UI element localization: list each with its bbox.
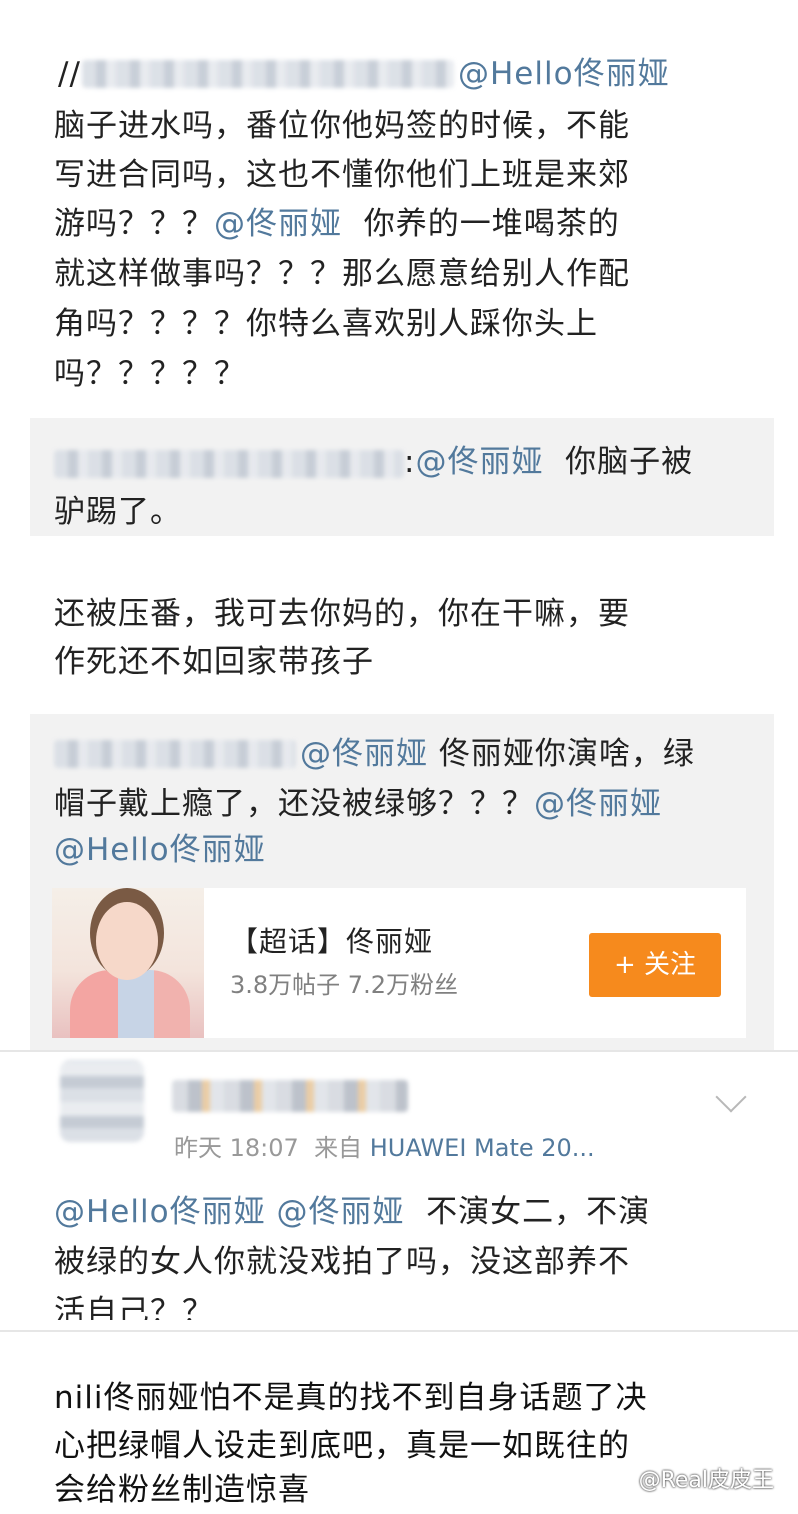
blurred-username: [54, 740, 296, 768]
caption-line3: 会给粉丝制造惊喜: [54, 1472, 310, 1508]
follow-button[interactable]: + 关注: [589, 933, 721, 997]
supertopic-title: 【超话】佟丽娅: [230, 925, 434, 958]
post1-text: 你养的一堆喝茶的: [363, 206, 620, 242]
quote1-line2: 驴踢了。: [54, 494, 182, 530]
quote1-text: 你脑子被: [565, 444, 694, 480]
comment-meta: 昨天 18:07 来自 HUAWEI Mate 20...: [174, 1128, 595, 1168]
blurred-username: [82, 60, 454, 88]
caption-line2: 心把绿帽人设走到底吧，真是一如既往的: [54, 1428, 630, 1464]
comment-time: 昨天 18:07: [174, 1134, 299, 1162]
quote2-text: 帽子戴上瘾了，还没被绿够？？？: [54, 786, 534, 822]
quote2-line3-mention[interactable]: @Hello佟丽娅: [54, 826, 266, 874]
post2-line1: 还被压番，我可去你妈的，你在干嘛，要: [54, 596, 630, 632]
quote2-mention[interactable]: @佟丽娅: [300, 736, 428, 772]
quote2-text: 佟丽娅你演啥，绿: [438, 736, 695, 772]
comment-mention[interactable]: @Hello佟丽娅: [54, 1194, 266, 1230]
comment-line1: @Hello佟丽娅 @佟丽娅 不演女二，不演: [54, 1188, 650, 1236]
caption-line1: nili佟丽娅怕不是真的找不到自身话题了决: [54, 1380, 648, 1416]
post1-line1: //: [58, 50, 81, 98]
comment-line2: 被绿的女人你就没戏拍了吗，没这部养不: [54, 1244, 630, 1280]
divider: [0, 1050, 798, 1052]
post1-inline-mention[interactable]: @佟丽娅: [214, 206, 342, 242]
supertopic-thumbnail: [52, 888, 204, 1038]
post1-prefix: //: [58, 56, 81, 92]
divider: [0, 1330, 798, 1332]
comment-line3-clip: 活自己？？: [0, 1288, 798, 1320]
supertopic-card[interactable]: 【超话】佟丽娅 3.8万帖子 7.2万粉丝 + 关注: [52, 888, 746, 1038]
blurred-username: [54, 450, 404, 478]
post1-line4: 游吗？？？@佟丽娅 你养的一堆喝茶的: [54, 200, 620, 248]
blurred-commenter-name[interactable]: [172, 1080, 408, 1112]
quote2-mention[interactable]: @佟丽娅: [534, 786, 662, 822]
comment-device[interactable]: HUAWEI Mate 20...: [370, 1134, 595, 1162]
comment-line3: 活自己？？: [54, 1294, 214, 1320]
quote1-separator: :: [404, 444, 416, 480]
quote2-line1: @佟丽娅 佟丽娅你演啥，绿: [300, 730, 695, 778]
post1-line3: 写进合同吗，这也不懂你他们上班是来郊: [54, 157, 630, 193]
chevron-down-icon[interactable]: [715, 1081, 747, 1113]
post1-line6: 角吗？？？？你特么喜欢别人踩你头上: [54, 306, 598, 342]
comment-mention[interactable]: @佟丽娅: [276, 1194, 404, 1230]
post1-line2: 脑子进水吗，番位你他妈签的时候，不能: [54, 108, 630, 144]
watermark: @Real皮皮王: [638, 1468, 774, 1493]
quote2-line2: 帽子戴上瘾了，还没被绿够？？？@佟丽娅: [54, 780, 662, 828]
comment-text: 不演女二，不演: [426, 1194, 651, 1230]
avatar[interactable]: [60, 1060, 144, 1142]
post1-line5: 就这样做事吗？？？那么愿意给别人作配: [54, 256, 630, 292]
post1-mention[interactable]: @Hello佟丽娅: [458, 50, 670, 98]
quote1-mention[interactable]: @佟丽娅: [415, 444, 543, 480]
post1-line7: 吗？？？？？: [54, 356, 246, 392]
supertopic-stats: 3.8万帖子 7.2万粉丝: [230, 971, 458, 999]
post2-line2: 作死还不如回家带孩子: [54, 644, 374, 680]
quote1-line1: :@佟丽娅 你脑子被: [404, 438, 693, 486]
post1-text: 游吗？？？: [54, 206, 214, 242]
comment-source-prefix: 来自: [314, 1134, 363, 1162]
